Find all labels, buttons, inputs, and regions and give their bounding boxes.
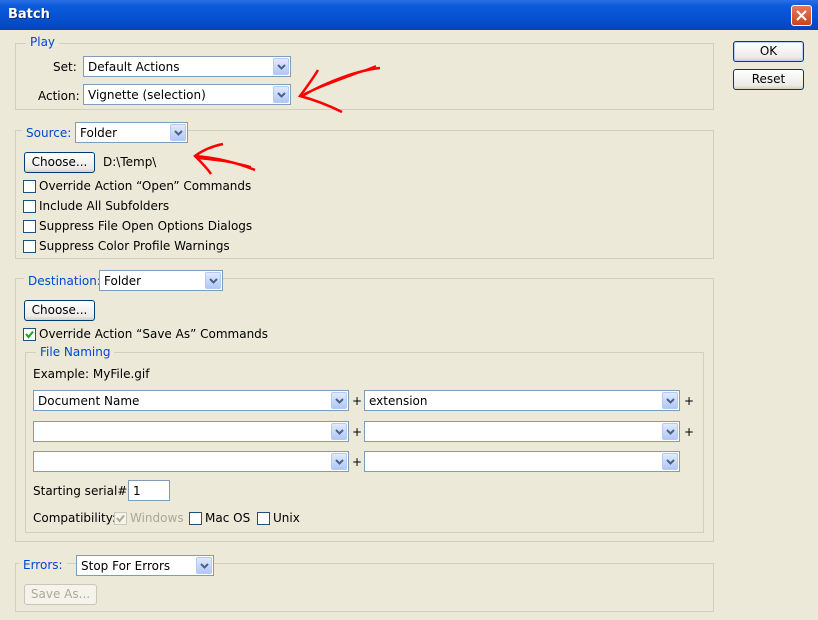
- naming-select-1-left[interactable]: Document Name: [33, 390, 349, 411]
- set-label: Set:: [53, 60, 77, 74]
- title-bar[interactable]: Batch: [0, 0, 818, 30]
- windows-checkbox[interactable]: [114, 512, 127, 525]
- chevron-down-icon[interactable]: [662, 453, 678, 470]
- chevron-down-icon[interactable]: [662, 392, 678, 409]
- action-label: Action:: [38, 89, 80, 103]
- chevron-down-icon[interactable]: [170, 124, 186, 141]
- serial-label: Starting serial#:: [33, 484, 132, 498]
- destination-select[interactable]: Folder: [99, 270, 223, 291]
- chevron-down-icon[interactable]: [331, 423, 347, 440]
- suppress-color-profile-checkbox[interactable]: [23, 240, 36, 253]
- include-subfolders-label: Include All Subfolders: [39, 199, 170, 213]
- source-label: Source:: [22, 126, 76, 140]
- destination-label: Destination:: [24, 274, 105, 288]
- unix-checkbox[interactable]: [257, 512, 270, 525]
- errors-value: Stop For Errors: [81, 559, 171, 573]
- checkmark-icon: [116, 514, 125, 523]
- include-subfolders-checkbox[interactable]: [23, 200, 36, 213]
- unix-label: Unix: [273, 511, 300, 525]
- play-legend: Play: [26, 35, 60, 49]
- action-value: Vignette (selection): [88, 88, 206, 102]
- errors-label: Errors:: [19, 558, 67, 572]
- errors-select[interactable]: Stop For Errors: [76, 555, 214, 576]
- override-save-as-checkbox[interactable]: [23, 328, 36, 341]
- suppress-file-open-label: Suppress File Open Options Dialogs: [39, 219, 253, 233]
- source-value: Folder: [80, 126, 118, 140]
- chevron-down-icon[interactable]: [331, 392, 347, 409]
- destination-choose-button[interactable]: Choose...: [24, 300, 95, 321]
- chevron-down-icon[interactable]: [273, 86, 289, 103]
- plus-sign: +: [352, 425, 363, 439]
- mac-os-checkbox[interactable]: [189, 512, 202, 525]
- set-value: Default Actions: [88, 60, 180, 74]
- suppress-file-open-checkbox[interactable]: [23, 220, 36, 233]
- close-button[interactable]: [791, 5, 812, 26]
- source-path: D:\Temp\: [103, 155, 157, 169]
- chevron-down-icon[interactable]: [196, 557, 212, 574]
- batch-dialog: Batch OK Reset Play Set: Default Actions…: [0, 0, 818, 620]
- source-select[interactable]: Folder: [75, 122, 188, 143]
- plus-sign: +: [352, 455, 363, 469]
- set-select[interactable]: Default Actions: [83, 56, 291, 77]
- plus-sign: +: [684, 394, 695, 408]
- action-select[interactable]: Vignette (selection): [83, 84, 291, 105]
- override-open-label: Override Action “Open” Commands: [39, 179, 252, 193]
- chevron-down-icon[interactable]: [331, 453, 347, 470]
- chevron-down-icon[interactable]: [273, 58, 289, 75]
- chevron-down-icon[interactable]: [662, 423, 678, 440]
- save-as-button[interactable]: Save As...: [24, 584, 97, 605]
- override-save-as-label: Override Action “Save As” Commands: [39, 327, 269, 341]
- plus-sign: +: [352, 394, 363, 408]
- naming-select-2-right[interactable]: [364, 421, 680, 442]
- destination-value: Folder: [104, 274, 142, 288]
- window-title: Batch: [8, 7, 50, 22]
- chevron-down-icon[interactable]: [205, 272, 221, 289]
- plus-sign: +: [684, 425, 695, 439]
- close-icon: [796, 10, 807, 21]
- ok-button[interactable]: OK: [733, 41, 804, 62]
- serial-input[interactable]: 1: [128, 480, 170, 501]
- windows-label: Windows: [130, 511, 184, 525]
- source-choose-button[interactable]: Choose...: [24, 152, 95, 173]
- naming-select-3-left[interactable]: [33, 451, 349, 472]
- example-text: Example: MyFile.gif: [33, 367, 150, 381]
- naming-select-1-right[interactable]: extension: [364, 390, 680, 411]
- checkmark-icon: [25, 330, 34, 339]
- serial-value: 1: [133, 484, 141, 498]
- compatibility-label: Compatibility:: [33, 511, 117, 525]
- naming-select-2-left[interactable]: [33, 421, 349, 442]
- naming-select-3-right[interactable]: [364, 451, 680, 472]
- suppress-color-profile-label: Suppress Color Profile Warnings: [39, 239, 230, 253]
- naming-value: extension: [369, 394, 428, 408]
- naming-value: Document Name: [38, 394, 140, 408]
- file-naming-legend: File Naming: [36, 345, 115, 359]
- reset-button[interactable]: Reset: [733, 69, 804, 90]
- mac-os-label: Mac OS: [205, 511, 251, 525]
- override-open-checkbox[interactable]: [23, 180, 36, 193]
